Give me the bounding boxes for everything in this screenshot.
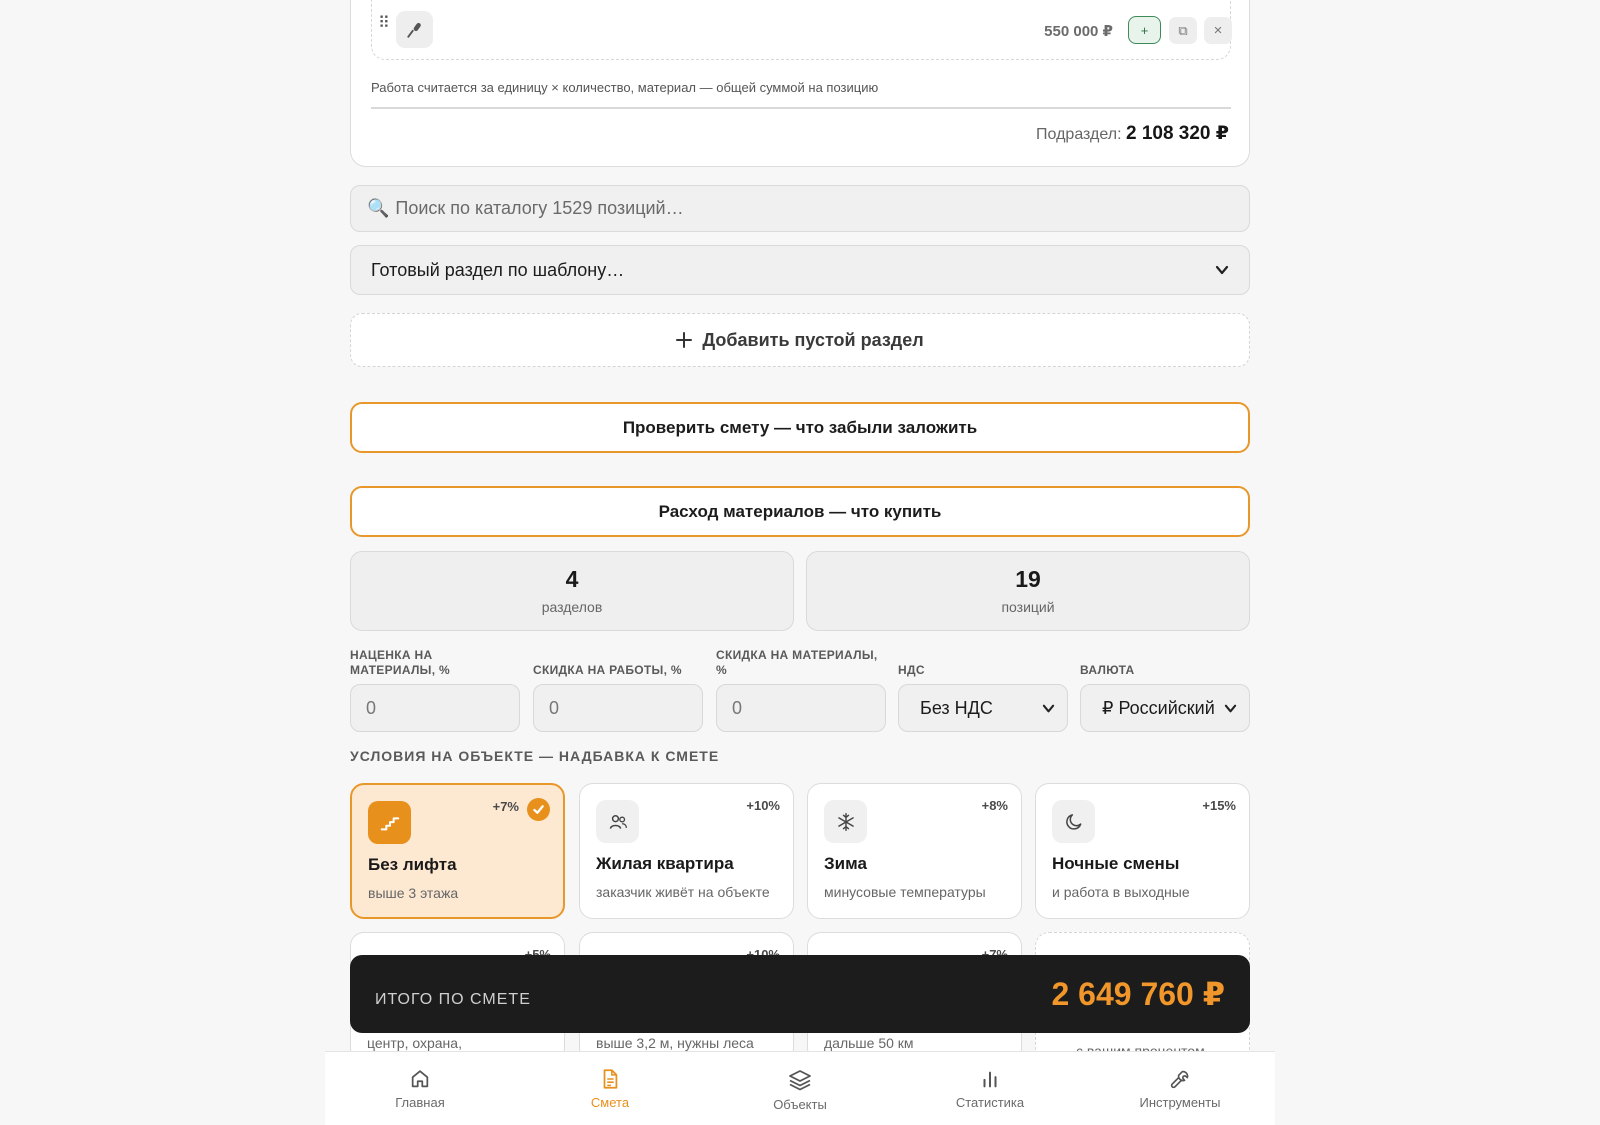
- total-value: 2 649 760 ₽: [1051, 976, 1225, 1012]
- material-discount-label: Скидка на материалы, %: [716, 648, 878, 677]
- vat-label: НДС: [898, 663, 925, 677]
- subtotal-label: Подраздел:: [1036, 126, 1122, 143]
- condition-title: Без лифта: [368, 855, 457, 874]
- stat-value: 19: [1015, 566, 1041, 592]
- nav-label: Объекты: [773, 1097, 827, 1112]
- subtotal-value: 2 108 320 ₽: [1125, 123, 1229, 144]
- item-price: 550 000 ₽: [1044, 23, 1113, 40]
- stat-label: разделов: [541, 599, 603, 615]
- condition-percent: +8%: [981, 798, 1008, 813]
- chevron-down-icon: [1042, 704, 1055, 712]
- material-discount-input[interactable]: 0: [716, 684, 886, 732]
- currency-label: Валюта: [1080, 663, 1135, 677]
- home-icon: [411, 1070, 429, 1088]
- stat-positions: 19 позиций: [806, 551, 1250, 631]
- nav-item-objects[interactable]: Объекты: [705, 1052, 895, 1125]
- template-select-value: Готовый раздел по шаблону…: [371, 259, 625, 280]
- markup-label: Наценка на материалы, %: [350, 648, 450, 677]
- nav-item-stats[interactable]: Статистика: [895, 1052, 1085, 1125]
- stat-label: позиций: [1001, 599, 1055, 615]
- bottom-nav: Главная Смета Объекты Статистика Инструм…: [325, 1051, 1275, 1125]
- snowflake-icon: [824, 800, 867, 843]
- condition-subtitle: выше 3,2 м, нужны леса: [596, 1035, 754, 1051]
- check-icon: [527, 798, 550, 821]
- search-icon: 🔍: [367, 198, 390, 218]
- calc-note: Работа считается за единицу × количество…: [371, 80, 879, 95]
- condition-title: Ночные смены: [1052, 854, 1180, 873]
- drag-handle-icon[interactable]: ⠿: [378, 13, 390, 33]
- condition-occupied-apartment[interactable]: +10% Жилая квартира заказчик живёт на об…: [579, 783, 794, 919]
- document-icon: [603, 1069, 618, 1089]
- conditions-title: УСЛОВИЯ НА ОБЪЕКТЕ — НАДБАВКА К СМЕТЕ: [350, 748, 720, 764]
- condition-subtitle: дальше 50 км: [824, 1035, 914, 1051]
- nav-label: Статистика: [955, 1095, 1025, 1110]
- search-input[interactable]: [395, 198, 1233, 219]
- condition-subtitle: и работа в выходные: [1052, 884, 1190, 900]
- condition-subtitle: выше 3 этажа: [368, 885, 459, 901]
- section-card: ⠿ 550 000 ₽ + ⧉ × Работа считается за ед…: [350, 0, 1250, 167]
- condition-percent: +10%: [746, 798, 780, 813]
- divider: [371, 107, 1231, 109]
- stat-value: 4: [565, 566, 579, 592]
- chevron-down-icon: [1224, 704, 1237, 712]
- nav-label: Главная: [395, 1095, 445, 1110]
- template-select[interactable]: Готовый раздел по шаблону…: [350, 245, 1250, 295]
- wrench-icon: [1170, 1070, 1189, 1089]
- condition-subtitle: заказчик живёт на объекте: [596, 884, 770, 900]
- vat-value: Без НДС: [920, 697, 993, 718]
- condition-title: Зима: [824, 854, 867, 873]
- chevron-down-icon: [1215, 265, 1229, 275]
- layers-icon: [789, 1070, 811, 1091]
- condition-night-shifts[interactable]: +15% Ночные смены и работа в выходные: [1035, 783, 1250, 919]
- check-estimate-button[interactable]: Проверить смету — что забыли заложить: [350, 402, 1250, 453]
- markup-input[interactable]: 0: [350, 684, 520, 732]
- total-label: ИТОГО ПО СМЕТЕ: [375, 991, 531, 1008]
- duplicate-button[interactable]: ⧉: [1169, 17, 1197, 44]
- microphone-icon: [406, 22, 421, 38]
- delete-button[interactable]: ×: [1204, 17, 1232, 44]
- condition-no-elevator[interactable]: +7% Без лифта выше 3 этажа: [350, 783, 565, 919]
- work-discount-label: Скидка на работы, %: [533, 663, 682, 677]
- plus-icon: [676, 332, 693, 348]
- condition-title: Жилая квартира: [596, 854, 734, 873]
- add-section-button[interactable]: Добавить пустой раздел: [350, 313, 1250, 367]
- stairs-icon: [368, 801, 411, 844]
- add-section-label: Добавить пустой раздел: [702, 329, 924, 350]
- total-bar: ИТОГО ПО СМЕТЕ 2 649 760 ₽: [350, 955, 1250, 1033]
- users-icon: [596, 800, 639, 843]
- nav-item-estimate[interactable]: Смета: [515, 1052, 705, 1125]
- voice-input-button[interactable]: [396, 11, 433, 48]
- nav-item-tools[interactable]: Инструменты: [1085, 1052, 1275, 1125]
- vat-select[interactable]: Без НДС: [898, 684, 1068, 732]
- work-discount-input[interactable]: 0: [533, 684, 703, 732]
- condition-subtitle: минусовые температуры: [824, 884, 986, 900]
- add-item-button[interactable]: +: [1128, 16, 1161, 44]
- condition-winter[interactable]: +8% Зима минусовые температуры: [807, 783, 1022, 919]
- moon-icon: [1052, 800, 1095, 843]
- condition-subtitle: центр, охрана,: [367, 1035, 462, 1051]
- item-row: ⠿ 550 000 ₽ + ⧉ ×: [371, 0, 1232, 60]
- nav-item-home[interactable]: Главная: [325, 1052, 515, 1125]
- condition-percent: +15%: [1202, 798, 1236, 813]
- currency-value: ₽ Российский: [1102, 697, 1215, 718]
- chart-icon: [983, 1071, 997, 1088]
- subtotal: Подраздел: 2 108 320 ₽: [1036, 122, 1229, 145]
- catalog-search: 🔍: [350, 185, 1250, 232]
- condition-percent: +7%: [492, 799, 519, 814]
- currency-select[interactable]: ₽ Российский: [1080, 684, 1250, 732]
- materials-button[interactable]: Расход материалов — что купить: [350, 486, 1250, 537]
- nav-label: Смета: [590, 1095, 630, 1110]
- nav-label: Инструменты: [1139, 1095, 1221, 1110]
- stat-sections: 4 разделов: [350, 551, 794, 631]
